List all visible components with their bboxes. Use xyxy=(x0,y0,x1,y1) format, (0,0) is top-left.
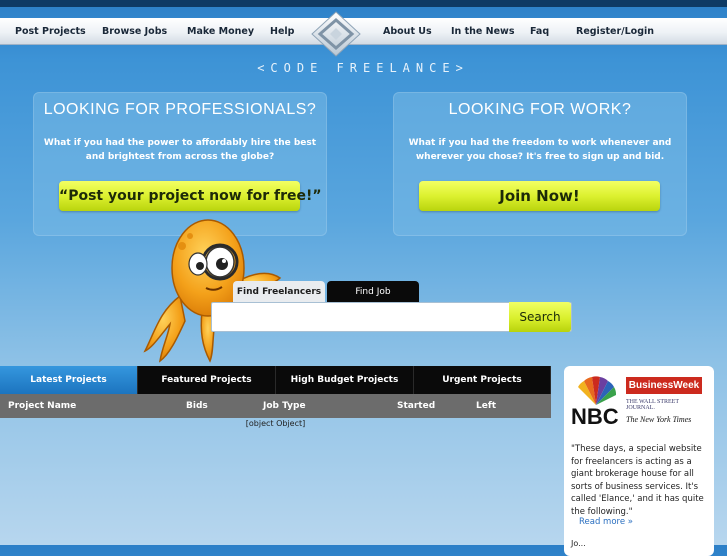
brand-wordmark: <CODE FREELANCE> xyxy=(257,61,469,75)
work-panel-title: LOOKING FOR WORK? xyxy=(448,101,632,118)
column-started[interactable]: Started xyxy=(397,394,435,418)
press-more-text: Jo... xyxy=(571,539,586,548)
work-panel: LOOKING FOR WORK? What if you had the fr… xyxy=(393,92,687,236)
projects-table-header: Project Name Bids Job Type Started Left xyxy=(0,394,551,418)
search-input[interactable] xyxy=(212,303,508,331)
hire-panel-title: LOOKING FOR PROFESSIONALS? xyxy=(43,101,317,118)
work-panel-text: What if you had the freedom to work when… xyxy=(408,138,672,162)
read-more-link[interactable]: Read more » xyxy=(579,517,633,527)
tab-urgent-projects[interactable]: Urgent Projects xyxy=(414,366,551,394)
wsj-logo: THE WALL STREET JOURNAL. xyxy=(626,399,679,411)
nav-register-login[interactable]: Register/Login xyxy=(576,18,654,44)
tab-latest-projects[interactable]: Latest Projects xyxy=(0,366,138,394)
press-box: NBC BusinessWeek THE WALL STREET JOURNAL… xyxy=(564,366,714,556)
hire-panel-text: What if you had the power to affordably … xyxy=(43,138,317,162)
nav-faq[interactable]: Faq xyxy=(530,18,549,44)
projects-table-body: [object Object] xyxy=(245,419,306,428)
project-tabs: Latest Projects Featured Projects High B… xyxy=(0,366,551,394)
nbc-peacock-icon xyxy=(578,376,617,405)
nav-in-the-news[interactable]: In the News xyxy=(451,18,515,44)
join-now-button[interactable]: Join Now! xyxy=(419,181,660,211)
nav-browse-jobs[interactable]: Browse Jobs xyxy=(102,18,167,44)
tab-find-job[interactable]: Find Job xyxy=(327,281,419,303)
column-project-name[interactable]: Project Name xyxy=(8,394,76,418)
nav-about-us[interactable]: About Us xyxy=(383,18,432,44)
site-logo-icon[interactable] xyxy=(308,10,364,58)
nav-help[interactable]: Help xyxy=(270,18,294,44)
hire-panel: LOOKING FOR PROFESSIONALS? What if you h… xyxy=(33,92,327,236)
nav-make-money[interactable]: Make Money xyxy=(187,18,254,44)
search-box: Search xyxy=(211,302,572,332)
top-strip xyxy=(0,0,727,7)
tab-find-freelancers[interactable]: Find Freelancers xyxy=(233,281,325,303)
nyt-logo: The New York Times xyxy=(626,415,692,424)
tab-high-budget-projects[interactable]: High Budget Projects xyxy=(276,366,414,394)
businessweek-logo: BusinessWeek xyxy=(626,377,702,394)
post-project-button[interactable]: “Post your project now for free!” xyxy=(59,181,322,211)
search-button[interactable]: Search xyxy=(509,302,571,332)
column-left[interactable]: Left xyxy=(476,394,496,418)
press-quote: "These days, a special website for freel… xyxy=(571,444,704,517)
column-bids[interactable]: Bids xyxy=(186,394,208,418)
nbc-logo: NBC xyxy=(571,404,619,429)
nav-post-projects[interactable]: Post Projects xyxy=(15,18,86,44)
tab-featured-projects[interactable]: Featured Projects xyxy=(138,366,276,394)
column-job-type[interactable]: Job Type xyxy=(263,394,306,418)
